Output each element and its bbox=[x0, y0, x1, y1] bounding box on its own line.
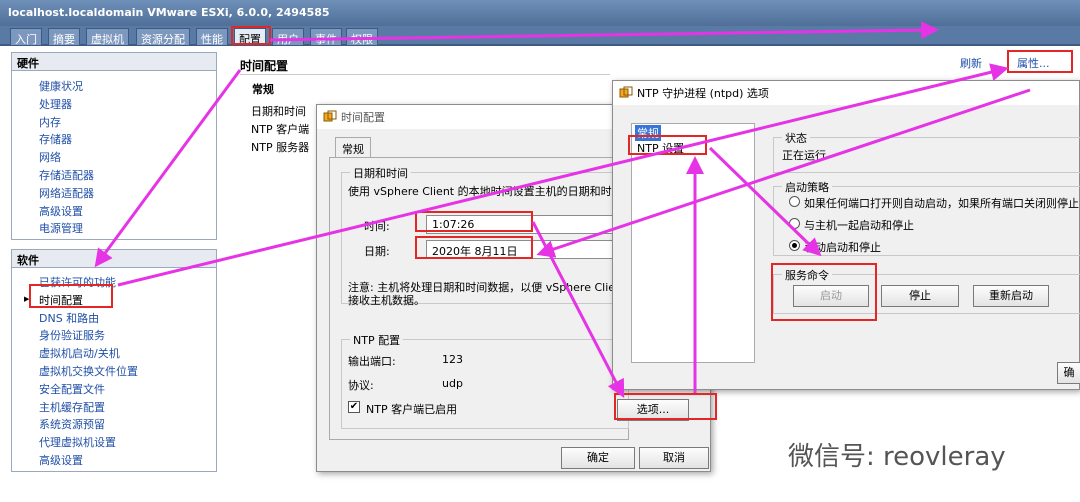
arrow-to-properties bbox=[117, 63, 1009, 287]
arrow-to-date bbox=[536, 88, 1031, 258]
arrow-to-time-config bbox=[94, 69, 242, 268]
arrow-config-to-top bbox=[269, 21, 939, 42]
arrow-to-options bbox=[531, 221, 625, 398]
arrow-to-service-commands bbox=[708, 146, 822, 257]
annotation-arrows bbox=[94, 21, 1031, 398]
watermark: 微信号: reovleray bbox=[788, 442, 1006, 472]
